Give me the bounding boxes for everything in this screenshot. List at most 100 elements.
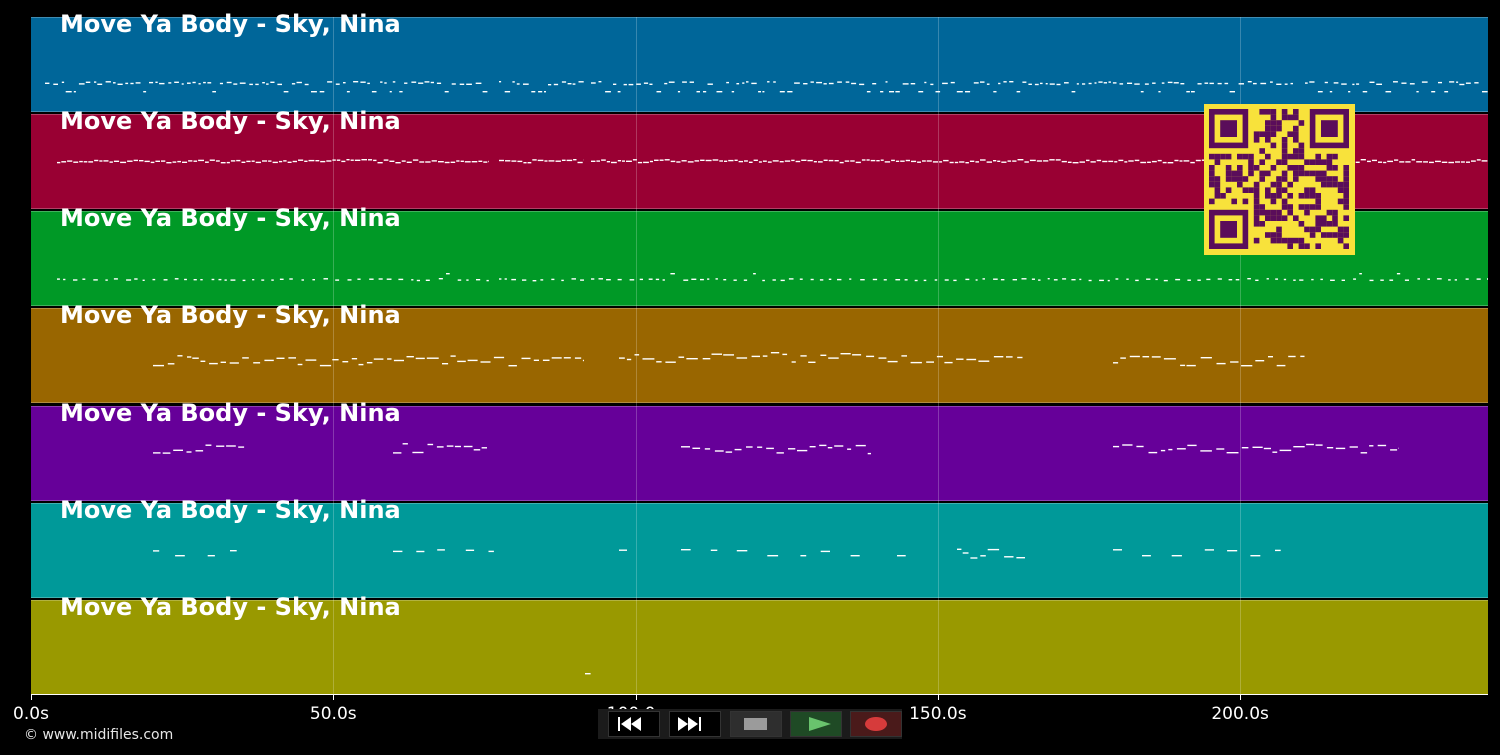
note [965,91,971,93]
qr-module [1298,237,1305,244]
note [1128,160,1134,162]
note [130,82,134,85]
note [800,355,807,357]
note [493,356,505,359]
note [1045,83,1048,85]
note [1353,278,1356,280]
note [619,357,625,359]
note [1279,449,1292,452]
note [780,279,785,282]
note [986,83,990,85]
track-notes [153,548,1281,559]
note [965,162,969,164]
note [159,82,165,85]
note [459,83,465,85]
note [1362,91,1368,93]
note [1072,162,1079,164]
note [664,159,670,161]
note [521,357,531,360]
note [1056,83,1061,86]
qr-module [1343,181,1349,188]
note [924,81,927,84]
qr-module [1321,215,1327,221]
note [797,449,808,452]
note [725,451,733,453]
qr-code-icon [1209,109,1349,249]
note [1377,444,1387,447]
qr-module [1287,165,1293,171]
note [1053,279,1058,281]
note [598,278,603,280]
note [596,160,600,162]
qr-module [1293,215,1299,221]
note [619,549,627,551]
note [246,160,251,163]
qr-module [1287,204,1293,210]
note [788,278,794,280]
note [1115,278,1119,280]
qr-module [1214,193,1221,199]
qr-finder [1220,120,1237,137]
note [714,450,724,452]
note [1416,161,1423,163]
note [540,279,544,281]
note [251,160,255,162]
rewind-button[interactable] [608,711,660,737]
record-button[interactable] [850,711,902,737]
qr-module [1253,215,1260,221]
stop-button[interactable] [730,711,782,737]
note [1387,160,1393,163]
note [83,161,88,163]
note [982,278,985,280]
note [956,358,964,360]
fast-forward-button[interactable] [669,711,721,737]
note [1272,451,1278,453]
qr-module [1265,232,1271,238]
note [1268,356,1273,358]
note [1134,83,1140,85]
note [1167,81,1173,84]
qr-module [1298,165,1305,171]
track-lane-6: Move Ya Body - Sky, Nina [31,496,1488,598]
note [319,364,332,367]
note [1129,355,1140,358]
play-button[interactable] [790,711,842,737]
note [544,160,548,162]
qr-module [1326,176,1333,182]
qr-code[interactable] [1204,104,1355,255]
note [648,278,653,280]
qr-module [1281,159,1288,165]
note [1001,161,1007,163]
qr-module [1253,237,1260,244]
note [155,160,160,162]
note [791,159,795,162]
note [1003,81,1007,83]
note [393,550,403,553]
note [312,279,315,281]
note [1134,159,1140,162]
note [255,161,261,164]
note [1157,159,1162,162]
note [61,161,67,163]
note [1369,445,1374,447]
qr-module [1332,209,1338,216]
transport-controls [598,709,902,739]
note [567,83,572,85]
note [1487,278,1488,280]
note [531,91,536,93]
qr-module [1225,153,1232,160]
qr-module [1253,198,1260,205]
qr-module [1281,215,1288,221]
qr-module [1298,243,1305,249]
note [758,161,762,163]
note [1021,278,1027,280]
note [686,358,698,360]
note [813,161,817,163]
note [1275,549,1281,552]
note [642,358,655,360]
qr-module [1293,170,1299,177]
note [980,555,986,557]
note [277,83,282,86]
note [1330,279,1335,281]
tick-mark [1240,694,1242,700]
